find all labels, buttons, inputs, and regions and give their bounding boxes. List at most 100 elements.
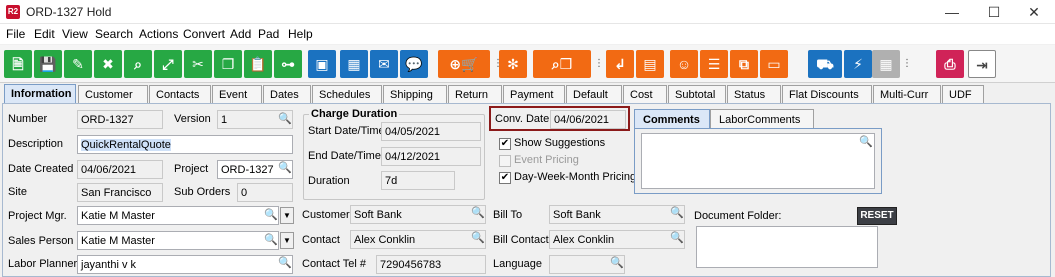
reset-button[interactable]: RESET xyxy=(857,207,897,225)
cash-icon[interactable]: ▭ xyxy=(760,50,788,78)
customer-search-icon[interactable]: 🔍 xyxy=(471,206,485,219)
dwm-pricing-label: Day-Week-Month Pricing xyxy=(514,171,637,183)
comments-search-icon[interactable]: 🔍 xyxy=(859,135,873,148)
menu-add[interactable]: Add xyxy=(230,27,251,41)
tab-subtotal[interactable]: Subtotal xyxy=(668,85,726,103)
labor-planner-field[interactable]: jayanthi v k xyxy=(77,255,293,274)
calendar-icon[interactable]: ▤ xyxy=(636,50,664,78)
invoice-icon[interactable]: ☰ xyxy=(700,50,728,78)
menu-help[interactable]: Help xyxy=(288,27,313,41)
site-label: Site xyxy=(8,186,27,198)
flash-icon[interactable]: ⚡ xyxy=(844,50,872,78)
new-document-icon[interactable]: 🗎 xyxy=(4,50,32,78)
contact-field[interactable]: Alex Conklin xyxy=(350,230,486,249)
cut-icon[interactable]: ✂ xyxy=(184,50,212,78)
return-icon[interactable]: ↲ xyxy=(606,50,634,78)
tab-shipping[interactable]: Shipping xyxy=(383,85,447,103)
bill-to-field[interactable]: Soft Bank xyxy=(549,205,685,224)
menu-view[interactable]: View xyxy=(62,27,88,41)
dropdown-icon[interactable]: ⋮ xyxy=(493,53,503,75)
dropdown-icon[interactable]: ⋮ xyxy=(902,53,912,75)
tab-schedules[interactable]: Schedules xyxy=(312,85,382,103)
tab-cost[interactable]: Cost xyxy=(623,85,667,103)
number-field: ORD-1327 xyxy=(77,110,163,129)
app-icon: R2 xyxy=(6,5,20,19)
description-field[interactable]: QuickRentalQuote xyxy=(77,135,293,154)
project-label: Project xyxy=(174,163,209,175)
tab-udf[interactable]: UDF xyxy=(942,85,984,103)
menu-pad[interactable]: Pad xyxy=(258,27,279,41)
sales-person-dropdown[interactable]: ▼ xyxy=(280,232,294,249)
date-created-field: 04/06/2021 xyxy=(77,160,163,179)
tab-return[interactable]: Return xyxy=(448,85,502,103)
chat-icon[interactable]: 💬 xyxy=(400,50,428,78)
close-button[interactable]: ✕ xyxy=(1014,2,1054,22)
labor-planner-search-icon[interactable]: 🔍 xyxy=(278,256,292,269)
tab-contacts[interactable]: Contacts xyxy=(149,85,211,103)
toolbar: 🗎 💾 ✎ ✖ ⌕ ⤢ ✂ ❐ 📋 ⊶ ▣ ▦ ✉ 💬 ⊕🛒 ⋮ ✻ ⌕❒ ⋮ … xyxy=(0,45,1055,83)
billing-icon[interactable]: ⧉ xyxy=(730,50,758,78)
sales-person-field[interactable]: Katie M Master xyxy=(77,231,279,250)
start-datetime-field: 04/05/2021 xyxy=(381,122,481,141)
bill-contact-search-icon[interactable]: 🔍 xyxy=(670,231,684,244)
delete-icon[interactable]: ✖ xyxy=(94,50,122,78)
event-pricing-label: Event Pricing xyxy=(514,154,579,166)
version-search-icon[interactable]: 🔍 xyxy=(278,112,292,125)
edit-icon[interactable]: ✎ xyxy=(64,50,92,78)
menu-convert[interactable]: Convert xyxy=(183,27,225,41)
search-box-icon[interactable]: ⌕❒ xyxy=(533,50,591,78)
grid-icon[interactable]: ▦ xyxy=(340,50,368,78)
menu-search[interactable]: Search xyxy=(95,27,133,41)
title-bar: R2 ORD-1327 Hold — ☐ ✕ xyxy=(0,0,1055,24)
project-mgr-dropdown[interactable]: ▼ xyxy=(280,207,294,224)
maximize-button[interactable]: ☐ xyxy=(974,2,1014,22)
tab-multi-curr[interactable]: Multi-Curr xyxy=(873,85,941,103)
shipping-icon[interactable]: ⛟ xyxy=(808,50,842,78)
tab-event[interactable]: Event xyxy=(212,85,262,103)
menu-file[interactable]: File xyxy=(6,27,25,41)
search-icon[interactable]: ⌕ xyxy=(124,50,152,78)
document-view-icon[interactable]: ▣ xyxy=(308,50,336,78)
language-label: Language xyxy=(493,258,542,270)
tab-flat-discounts[interactable]: Flat Discounts xyxy=(782,85,872,103)
tab-customer[interactable]: Customer xyxy=(78,85,148,103)
labor-comments-tab[interactable]: LaborComments xyxy=(710,109,814,129)
document-folder-box[interactable] xyxy=(696,226,878,268)
message-icon[interactable]: ✉ xyxy=(370,50,398,78)
comments-textarea[interactable] xyxy=(641,133,875,189)
paste-icon[interactable]: 📋 xyxy=(244,50,272,78)
project-search-icon[interactable]: 🔍 xyxy=(278,161,292,174)
customer-field[interactable]: Soft Bank xyxy=(350,205,486,224)
print-icon[interactable]: ⎙ xyxy=(936,50,964,78)
bill-to-search-icon[interactable]: 🔍 xyxy=(670,206,684,219)
tab-default[interactable]: Default xyxy=(566,85,622,103)
site-field: San Francisco xyxy=(77,183,163,202)
add-to-cart-icon[interactable]: ⊕🛒 xyxy=(438,50,490,78)
hierarchy-icon[interactable]: ⊶ xyxy=(274,50,302,78)
exit-icon[interactable]: ⇥ xyxy=(968,50,996,78)
menu-edit[interactable]: Edit xyxy=(34,27,55,41)
tab-information[interactable]: Information xyxy=(4,84,76,103)
tab-dates[interactable]: Dates xyxy=(263,85,311,103)
save-icon[interactable]: 💾 xyxy=(34,50,62,78)
minimize-button[interactable]: — xyxy=(932,2,972,22)
tab-status[interactable]: Status xyxy=(727,85,781,103)
dropdown-icon[interactable]: ⋮ xyxy=(594,53,604,75)
smile-icon[interactable]: ☺ xyxy=(670,50,698,78)
sub-orders-label: Sub Orders xyxy=(174,186,231,198)
expand-icon[interactable]: ⤢ xyxy=(154,50,182,78)
sales-person-search-icon[interactable]: 🔍 xyxy=(264,233,278,246)
duration-label: Duration xyxy=(308,175,350,187)
contact-search-icon[interactable]: 🔍 xyxy=(471,231,485,244)
project-mgr-search-icon[interactable]: 🔍 xyxy=(264,208,278,221)
language-search-icon[interactable]: 🔍 xyxy=(610,256,624,269)
dwm-pricing-checkbox[interactable]: ✔ xyxy=(499,172,511,184)
copy-icon[interactable]: ❐ xyxy=(214,50,242,78)
components-icon[interactable]: ✻ xyxy=(499,50,527,78)
bill-contact-field[interactable]: Alex Conklin xyxy=(549,230,685,249)
tab-payment[interactable]: Payment xyxy=(503,85,565,103)
project-mgr-field[interactable]: Katie M Master xyxy=(77,206,279,225)
show-suggestions-checkbox[interactable]: ✔ xyxy=(499,138,511,150)
menu-actions[interactable]: Actions xyxy=(139,27,178,41)
comments-tab[interactable]: Comments xyxy=(634,109,710,129)
